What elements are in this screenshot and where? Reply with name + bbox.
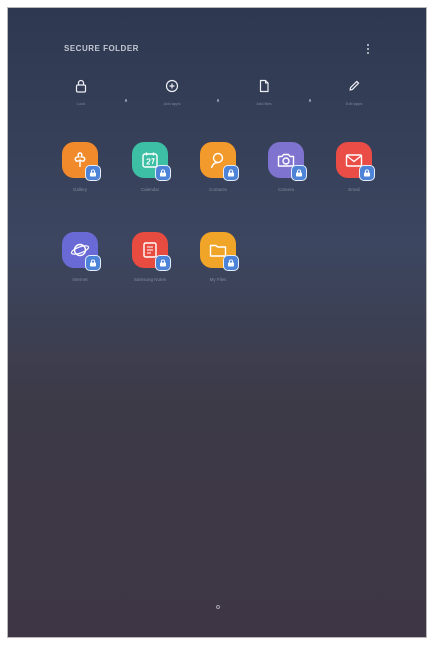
- lock-label: Lock: [76, 101, 86, 106]
- secure-folder-screen: SECURE FOLDER Lock Add apps Add files Ed…: [7, 7, 427, 638]
- camera-tile: [268, 142, 307, 181]
- contacts-tile: [200, 142, 239, 181]
- app-calendar[interactable]: Calendar: [122, 142, 178, 204]
- lock-icon: [364, 169, 370, 177]
- secure-badge: [155, 165, 171, 181]
- app-email[interactable]: Email: [326, 142, 382, 204]
- app-label: Contacts: [209, 187, 227, 192]
- app-contacts[interactable]: Contacts: [190, 142, 246, 204]
- notes-tile: [132, 232, 171, 271]
- internet-tile: [62, 232, 101, 271]
- lock-icon: [90, 259, 96, 267]
- secure-badge: [223, 255, 239, 271]
- secure-badge: [223, 165, 239, 181]
- lock-icon: [228, 169, 234, 177]
- more-options-button[interactable]: [360, 39, 376, 59]
- folder-tile: [200, 232, 239, 271]
- secure-badge: [155, 255, 171, 271]
- divider: [125, 99, 127, 102]
- calendar-tile: [132, 142, 171, 181]
- app-my-files[interactable]: My Files: [190, 232, 246, 294]
- lock-icon: [160, 169, 166, 177]
- page-title: SECURE FOLDER: [64, 44, 139, 53]
- page-indicator: [216, 605, 220, 609]
- app-label: My Files: [209, 277, 227, 282]
- app-label: Samsung Notes: [133, 277, 167, 282]
- header: SECURE FOLDER: [8, 8, 426, 68]
- divider: [309, 99, 311, 102]
- app-label: Internet: [72, 277, 88, 282]
- lock-button[interactable]: Lock: [41, 74, 121, 114]
- app-samsung-notes[interactable]: Samsung Notes: [122, 232, 178, 294]
- more-vertical-icon: [367, 44, 369, 46]
- app-gallery[interactable]: Gallery: [52, 142, 108, 204]
- pencil-icon: [349, 80, 360, 91]
- secure-badge: [359, 165, 375, 181]
- app-camera[interactable]: Camera: [258, 142, 314, 204]
- lock-icon: [90, 169, 96, 177]
- app-label: Calendar: [140, 187, 160, 192]
- app-label: Gallery: [72, 187, 88, 192]
- app-label: Email: [348, 187, 360, 192]
- divider: [217, 99, 219, 102]
- add-apps-button[interactable]: Add apps: [132, 74, 212, 114]
- lock-icon: [228, 259, 234, 267]
- add-apps-label: Add apps: [163, 101, 181, 106]
- action-bar: Lock Add apps Add files Edit apps: [8, 74, 426, 124]
- add-circle-icon: [165, 79, 179, 93]
- app-label: Camera: [277, 187, 294, 192]
- add-files-button[interactable]: Add files: [224, 74, 304, 114]
- secure-badge: [85, 255, 101, 271]
- secure-badge: [85, 165, 101, 181]
- lock-icon: [296, 169, 302, 177]
- secure-badge: [291, 165, 307, 181]
- gallery-tile: [62, 142, 101, 181]
- lock-icon: [160, 259, 166, 267]
- file-icon: [259, 79, 269, 93]
- edit-apps-label: Edit apps: [345, 101, 363, 106]
- add-files-label: Add files: [256, 101, 272, 106]
- email-tile: [336, 142, 375, 181]
- edit-apps-button[interactable]: Edit apps: [314, 74, 394, 114]
- lock-icon: [75, 79, 87, 93]
- app-internet[interactable]: Internet: [52, 232, 108, 294]
